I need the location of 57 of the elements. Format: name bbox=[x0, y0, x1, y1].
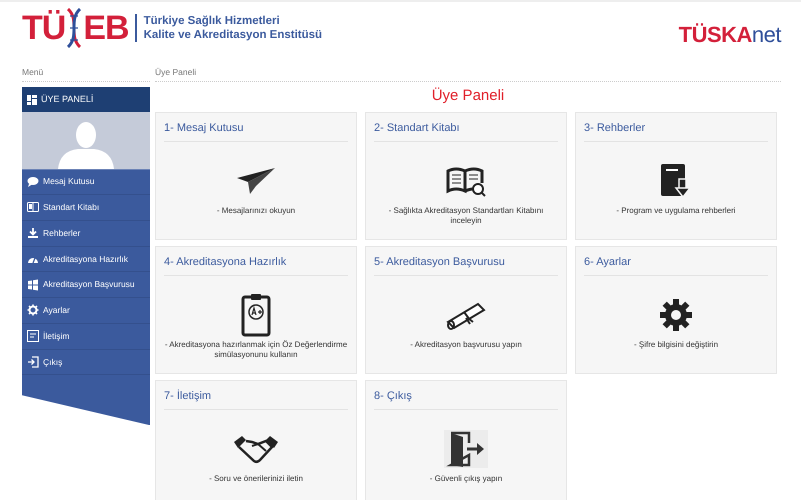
panel-card[interactable]: 4- Akreditasyona Hazırlık - Akreditasyona hazırlanmak için Öz Değerlendirme simülasyonunu kullanın bbox=[155, 246, 357, 374]
person-silhouette-icon bbox=[58, 119, 114, 170]
sidebar-menu-item[interactable]: Ayarlar bbox=[22, 298, 150, 324]
sidebar-menu-item[interactable]: Çıkış bbox=[22, 350, 150, 376]
card-description: - Sağlıkta Akreditasyon Standartları Kitabını inceleyin bbox=[388, 206, 544, 227]
card-description: - Şifre bilgisini değiştirin bbox=[634, 340, 718, 350]
sidebar-menu-item[interactable]: Rehberler bbox=[22, 220, 150, 246]
handshake-icon bbox=[232, 434, 280, 464]
sidebar-menu-item[interactable]: Akreditasyon Başvurusu bbox=[22, 272, 150, 298]
panel-card[interactable]: 5- Akreditasyon Başvurusu - Akreditasyon başvurusu yapın bbox=[365, 246, 567, 374]
download-icon bbox=[27, 227, 39, 240]
gear-icon bbox=[27, 304, 39, 316]
card-title: 3- Rehberler bbox=[584, 118, 768, 142]
speech-bubble-icon bbox=[27, 176, 39, 188]
dna-helix-logo bbox=[65, 8, 84, 48]
sidebar-menu-item[interactable]: Standart Kitabı bbox=[22, 195, 150, 221]
gear-icon bbox=[658, 296, 694, 333]
institute-name-line: Kalite ve Akreditasyon Enstitüsü bbox=[144, 28, 322, 42]
sidebar-menu-item[interactable]: Mesaj Kutusu bbox=[22, 169, 150, 195]
card-title: 6- Ayarlar bbox=[584, 252, 768, 276]
clipboard-grade-icon bbox=[241, 292, 271, 337]
exit-icon bbox=[27, 356, 39, 368]
card-title: 2- Standart Kitabı bbox=[374, 118, 558, 142]
paper-plane-icon bbox=[236, 166, 276, 196]
sidebar-menu-item[interactable]: İletişim bbox=[22, 324, 150, 350]
panel-card[interactable]: 1- Mesaj Kutusu - Mesajlarınızı okuyun bbox=[155, 112, 357, 240]
dashboard-icon bbox=[27, 94, 37, 104]
card-description: - Program ve uygulama rehberleri bbox=[616, 206, 736, 216]
card-description: - Akreditasyona hazırlanmak için Öz Değerlendirme simülasyonunu kullanın bbox=[164, 340, 348, 361]
card-description: - Akreditasyon başvurusu yapın bbox=[410, 340, 522, 350]
breadcrumb: Üye Paneli bbox=[155, 62, 781, 82]
logo-letters: EB bbox=[83, 11, 129, 45]
sidebar-menu-item[interactable]: Akreditasyona Hazırlık bbox=[22, 246, 150, 272]
door-exit-icon bbox=[443, 428, 489, 469]
book-magnifier-icon bbox=[446, 164, 486, 197]
contact-card-icon bbox=[27, 330, 39, 342]
card-description: - Soru ve önerilerinizi iletin bbox=[209, 474, 303, 484]
card-title: 8- Çıkış bbox=[374, 386, 558, 410]
panel-card[interactable]: 3- Rehberler - Program ve uygulama rehberleri bbox=[575, 112, 777, 240]
card-description: - Güvenli çıkış yapın bbox=[430, 474, 502, 484]
brand-logo: TÜSKAnet bbox=[678, 21, 781, 49]
card-title: 1- Mesaj Kutusu bbox=[164, 118, 348, 142]
institute-name-line: Türkiye Sağlık Hizmetleri bbox=[144, 14, 281, 28]
card-title: 4- Akreditasyona Hazırlık bbox=[164, 252, 348, 276]
page-title: Üye Paneli bbox=[430, 86, 506, 106]
logo-letters: TÜ bbox=[22, 11, 66, 45]
menu-label: Menü bbox=[22, 62, 150, 82]
card-title: 5- Akreditasyon Başvurusu bbox=[374, 252, 558, 276]
panel-card[interactable]: 7- İletişim - Soru ve önerilerinizi iletin bbox=[155, 380, 357, 500]
card-title: 7- İletişim bbox=[164, 386, 348, 410]
panel-card[interactable]: 6- Ayarlar - Şifre bilgisini değiştirin bbox=[575, 246, 777, 374]
windows-icon bbox=[27, 278, 39, 291]
book-icon bbox=[27, 201, 39, 214]
panel-card[interactable]: 8- Çıkış - Güvenli çıkış yapın bbox=[365, 380, 567, 500]
sidebar-title: ÜYE PANELİ bbox=[41, 92, 94, 106]
card-description: - Mesajlarınızı okuyun bbox=[216, 206, 296, 216]
panel-card[interactable]: 2- Standart Kitabı - Sağlıkta Akreditasyon Standartları Kitabını inceleyin bbox=[365, 112, 567, 240]
